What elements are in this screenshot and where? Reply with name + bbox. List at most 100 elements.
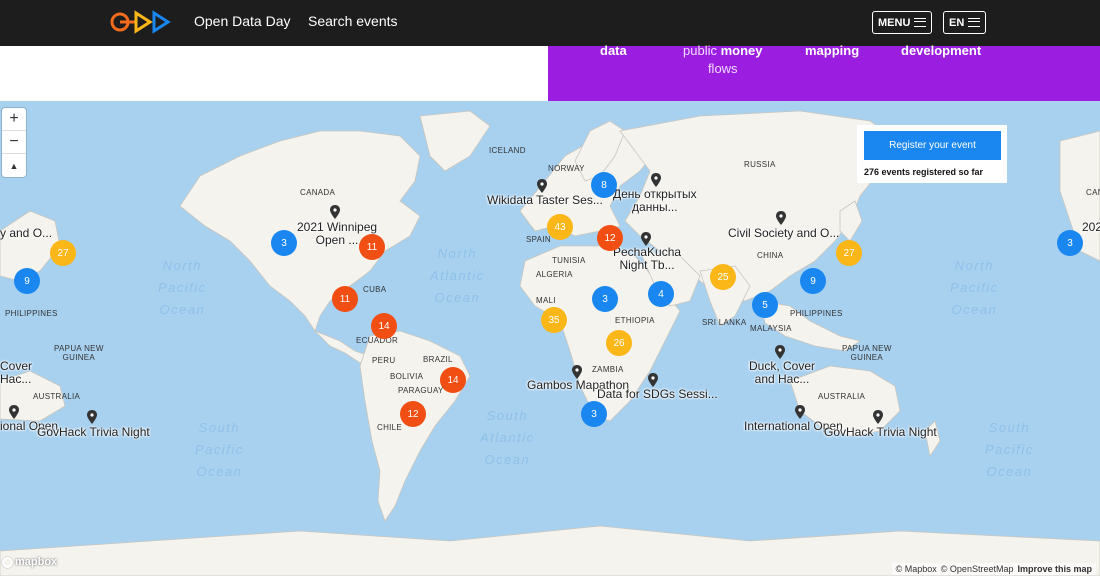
event-cluster[interactable]: 5 bbox=[752, 292, 778, 318]
event-cluster[interactable]: 8 bbox=[591, 172, 617, 198]
country-label: PAPUA NEW GUINEA bbox=[54, 344, 104, 362]
map-pin-icon[interactable] bbox=[537, 179, 547, 193]
map-pin-icon[interactable] bbox=[776, 211, 786, 225]
event-cluster[interactable]: 3 bbox=[271, 230, 297, 256]
event-cluster[interactable]: 14 bbox=[371, 313, 397, 339]
map-pin-icon[interactable] bbox=[9, 405, 19, 419]
map-pin-icon[interactable] bbox=[775, 345, 785, 359]
zoom-in-button[interactable]: + bbox=[2, 108, 26, 131]
event-cluster[interactable]: 4 bbox=[648, 281, 674, 307]
open-data-day-logo-icon[interactable] bbox=[110, 9, 172, 35]
event-cluster[interactable]: 9 bbox=[800, 268, 826, 294]
event-label[interactable]: 2021 bbox=[1082, 221, 1100, 234]
country-label: ALGERIA bbox=[536, 270, 573, 279]
reset-bearing-button[interactable]: ▲ bbox=[2, 154, 26, 177]
open-data-day-link[interactable]: Open Data Day bbox=[194, 13, 291, 29]
event-label[interactable]: День открытых данны... bbox=[613, 188, 697, 214]
menu-button[interactable]: MENU bbox=[872, 11, 933, 34]
map-pin-icon[interactable] bbox=[651, 173, 661, 187]
attribution-osm-link[interactable]: © OpenStreetMap bbox=[941, 564, 1014, 574]
category-mapping[interactable]: mapping bbox=[805, 42, 859, 60]
category-label-line2: flows bbox=[707, 61, 738, 76]
country-label: CANADA bbox=[1086, 188, 1100, 197]
event-label[interactable]: y and O... bbox=[0, 227, 52, 240]
category-label: money bbox=[720, 43, 763, 58]
map-pin-icon[interactable] bbox=[648, 373, 658, 387]
country-label: BRAZIL bbox=[423, 355, 453, 364]
event-cluster[interactable]: 43 bbox=[547, 214, 573, 240]
map-attribution: © Mapbox © OpenStreetMap Improve this ma… bbox=[891, 563, 1096, 575]
event-label[interactable]: PechaKucha Night Tb... bbox=[613, 246, 681, 272]
ocean-label: North Atlantic Ocean bbox=[430, 246, 485, 305]
country-label: PERU bbox=[372, 356, 396, 365]
hamburger-icon bbox=[968, 18, 981, 27]
event-cluster[interactable]: 9 bbox=[14, 268, 40, 294]
country-label: AUSTRALIA bbox=[818, 392, 866, 401]
attribution-mapbox-link[interactable]: © Mapbox bbox=[896, 564, 937, 574]
band-left bbox=[0, 46, 548, 101]
event-cluster[interactable]: 3 bbox=[592, 286, 618, 312]
country-label: PHILIPPINES bbox=[790, 309, 843, 318]
map-pin-icon[interactable] bbox=[641, 232, 651, 246]
map-pin-icon[interactable] bbox=[572, 365, 582, 379]
event-cluster[interactable]: 25 bbox=[710, 264, 736, 290]
event-label[interactable]: GovHack Trivia Night bbox=[824, 426, 937, 439]
category-data[interactable]: data bbox=[600, 42, 627, 60]
country-label: MALI bbox=[536, 296, 556, 305]
map-pin-icon[interactable] bbox=[795, 405, 805, 419]
map-pin-icon[interactable] bbox=[87, 410, 97, 424]
event-cluster[interactable]: 11 bbox=[359, 234, 385, 260]
language-button[interactable]: EN bbox=[943, 11, 987, 34]
hamburger-icon bbox=[914, 18, 927, 27]
register-event-button[interactable]: Register your event bbox=[864, 131, 1001, 160]
event-cluster[interactable]: 14 bbox=[440, 367, 466, 393]
world-map[interactable]: North Pacific Ocean North Atlantic Ocean… bbox=[0, 101, 1100, 576]
event-cluster[interactable]: 27 bbox=[836, 240, 862, 266]
country-label: CANADA bbox=[300, 188, 336, 197]
map-pin-icon[interactable] bbox=[330, 205, 340, 219]
event-label[interactable]: Cover Hac... bbox=[0, 360, 32, 386]
category-label: data bbox=[600, 43, 627, 58]
event-cluster[interactable]: 26 bbox=[606, 330, 632, 356]
zoom-controls: + − ▲ bbox=[2, 108, 26, 177]
event-label[interactable]: Civil Society and O... bbox=[728, 227, 839, 240]
event-cluster[interactable]: 27 bbox=[50, 240, 76, 266]
country-label: NORWAY bbox=[548, 164, 585, 173]
ocean-label: South Pacific Ocean bbox=[195, 420, 244, 479]
country-label: SRI LANKA bbox=[702, 318, 747, 327]
country-label: PHILIPPINES bbox=[5, 309, 58, 318]
event-cluster[interactable]: 12 bbox=[597, 225, 623, 251]
event-cluster[interactable]: 35 bbox=[541, 307, 567, 333]
map-pin-icon[interactable] bbox=[873, 410, 883, 424]
mapbox-logo[interactable]: mapbox bbox=[2, 556, 57, 568]
event-cluster[interactable]: 11 bbox=[332, 286, 358, 312]
event-label[interactable]: Duck, Cover and Hac... bbox=[749, 360, 815, 386]
event-label[interactable]: Data for SDGs Sessi... bbox=[597, 388, 718, 401]
top-navigation: Open Data Day Search events MENU EN bbox=[0, 0, 1100, 46]
ocean-label: South Pacific Ocean bbox=[985, 420, 1034, 479]
country-label: SPAIN bbox=[526, 235, 551, 244]
event-cluster[interactable]: 12 bbox=[400, 401, 426, 427]
country-label: ICELAND bbox=[489, 146, 526, 155]
category-label-light: public bbox=[683, 43, 717, 58]
event-cluster[interactable]: 3 bbox=[581, 401, 607, 427]
category-development[interactable]: development bbox=[901, 42, 981, 60]
category-label: mapping bbox=[805, 43, 860, 58]
country-label: PARAGUAY bbox=[398, 386, 444, 395]
events-registered-count: 276 events registered so far bbox=[864, 167, 984, 177]
zoom-out-button[interactable]: − bbox=[2, 131, 26, 154]
ocean-label: South Atlantic Ocean bbox=[480, 408, 535, 467]
language-label: EN bbox=[949, 16, 965, 29]
ocean-label: North Pacific Ocean bbox=[158, 258, 207, 317]
event-label[interactable]: Wikidata Taster Ses... bbox=[487, 194, 603, 207]
country-label: AUSTRALIA bbox=[33, 392, 81, 401]
country-label: RUSSIA bbox=[744, 160, 776, 169]
category-public-money-flows[interactable]: public money flows bbox=[683, 42, 763, 78]
country-label: CHILE bbox=[377, 423, 403, 432]
event-label[interactable]: GovHack Trivia Night bbox=[37, 426, 150, 439]
improve-map-link[interactable]: Improve this map bbox=[1017, 564, 1092, 574]
country-label: PAPUA NEW GUINEA bbox=[842, 344, 892, 362]
search-events-link[interactable]: Search events bbox=[308, 13, 398, 29]
event-cluster[interactable]: 3 bbox=[1057, 230, 1083, 256]
country-label: ETHIOPIA bbox=[615, 316, 655, 325]
